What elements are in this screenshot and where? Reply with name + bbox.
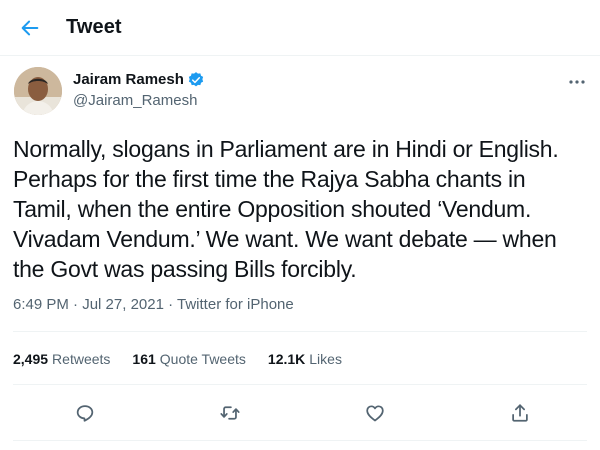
tweet-text-line: Perhaps for the first time the Rajya Sab… [13, 166, 526, 192]
quote-tweets-label: Quote Tweets [159, 351, 246, 367]
retweets-label: Retweets [52, 351, 111, 367]
retweets-count: 2,495 [13, 351, 49, 367]
likes-count: 12.1K [267, 351, 306, 367]
meta-separator: · [163, 296, 178, 313]
author-name[interactable]: Jairam Ramesh [73, 71, 205, 89]
tweet-text-line: Tamil, when the entire Opposition shoute… [13, 196, 532, 222]
tweet-text-line: Normally, slogans in Parliament are in H… [13, 136, 559, 162]
author-name-text: Jairam Ramesh [73, 71, 184, 88]
tweet-date[interactable]: Jul 27, 2021 [82, 296, 164, 313]
back-arrow-icon [21, 20, 39, 36]
reply-icon [76, 405, 94, 422]
tweet-text-line: Vivadam Vendum.’ We want. We want debate… [13, 226, 557, 252]
tweet-meta: 6:49 PM · Jul 27, 2021 · Twitter for iPh… [13, 296, 294, 314]
retweet-button[interactable] [212, 395, 248, 431]
tweet-header: Tweet [0, 0, 600, 56]
more-dots-icon [569, 80, 585, 84]
page-title: Tweet [66, 16, 122, 38]
tweet-source[interactable]: Twitter for iPhone [177, 296, 294, 313]
share-button[interactable] [502, 395, 538, 431]
retweet-icon [220, 406, 240, 420]
avatar[interactable] [14, 67, 62, 115]
divider [13, 384, 587, 385]
back-button[interactable] [10, 8, 50, 48]
verified-badge-icon [188, 72, 204, 87]
share-icon [512, 404, 528, 422]
avatar-image [14, 67, 62, 115]
quote-tweets-stat[interactable]: 161 Quote Tweets [132, 350, 246, 368]
tweet-stats: 2,495 Retweets 161 Quote Tweets 12.1K Li… [13, 350, 342, 368]
reply-button[interactable] [67, 395, 103, 431]
meta-separator: · [68, 296, 83, 313]
tweet-text-line: the Govt was passing Bills forcibly. [13, 256, 357, 282]
like-icon [366, 405, 384, 422]
likes-label: Likes [309, 351, 342, 367]
like-button[interactable] [357, 395, 393, 431]
more-options-button[interactable] [565, 70, 589, 94]
divider [13, 331, 587, 332]
tweet-actions [0, 395, 600, 431]
tweet-time[interactable]: 6:49 PM [13, 296, 69, 313]
divider [13, 440, 587, 441]
quote-tweets-count: 161 [132, 351, 156, 367]
retweets-stat[interactable]: 2,495 Retweets [13, 350, 110, 368]
author-handle[interactable]: @Jairam_Ramesh [73, 92, 197, 110]
likes-stat[interactable]: 12.1K Likes [268, 350, 342, 368]
tweet-text: Normally, slogans in Parliament are in H… [13, 134, 588, 284]
